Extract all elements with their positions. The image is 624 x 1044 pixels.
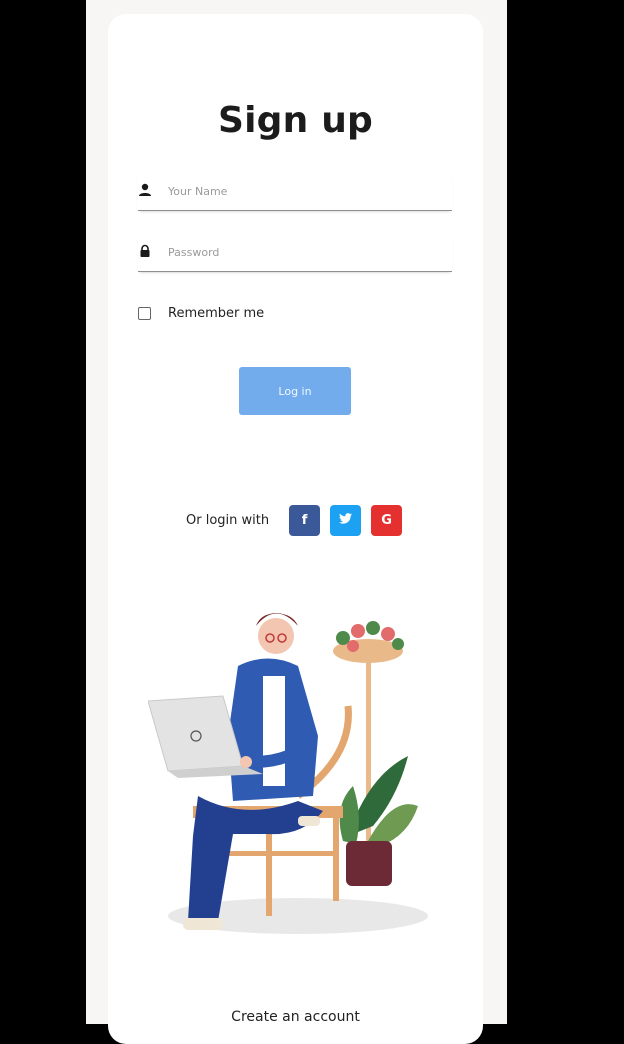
facebook-button[interactable]: f — [289, 504, 321, 536]
remember-checkbox[interactable] — [138, 306, 151, 320]
login-button[interactable]: Log in — [239, 367, 351, 415]
create-account-link[interactable]: Create an account — [108, 1009, 483, 1025]
twitter-button[interactable] — [330, 504, 362, 536]
remember-label: Remember me — [168, 305, 265, 321]
social-login-row: Or login with f G — [186, 504, 412, 536]
person-with-laptop-illustration — [147, 596, 448, 946]
lock-icon — [138, 243, 152, 257]
social-login-label: Or login with — [186, 512, 270, 528]
remember-me[interactable]: Remember me — [138, 304, 264, 322]
password-input[interactable] — [168, 243, 438, 261]
facebook-icon: f — [301, 512, 308, 528]
name-field[interactable] — [138, 174, 452, 211]
twitter-icon — [339, 512, 353, 528]
app-screen: Sign up Remember me — [86, 0, 507, 1044]
google-button[interactable]: G — [371, 504, 403, 536]
signup-card: Sign up Remember me — [108, 14, 483, 1044]
name-input[interactable] — [168, 182, 438, 200]
user-icon — [138, 182, 152, 196]
page-title: Sign up — [218, 100, 373, 141]
google-icon: G — [381, 512, 392, 528]
password-field[interactable] — [138, 235, 452, 272]
